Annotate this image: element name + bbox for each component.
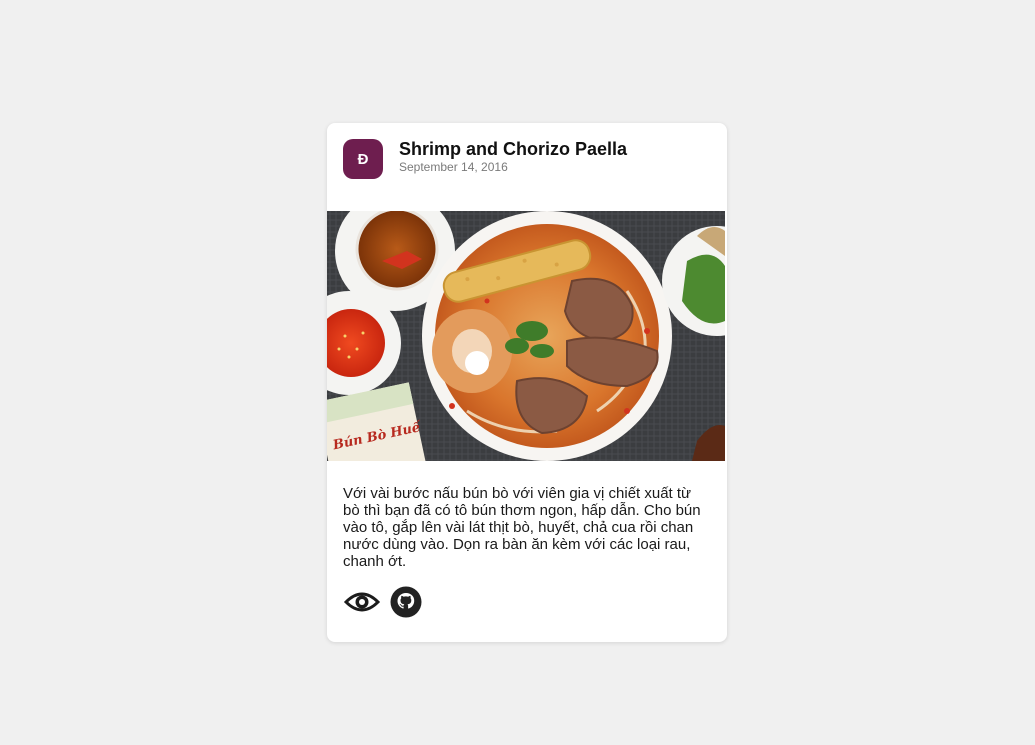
- header-text: Shrimp and Chorizo Paella September 14, …: [399, 138, 627, 174]
- github-button[interactable]: [390, 586, 422, 618]
- card-actions: [343, 585, 422, 619]
- view-button[interactable]: [343, 585, 381, 619]
- card-description: Với vài bước nấu bún bò với viên gia vị …: [343, 485, 701, 570]
- recipe-card: Đ Shrimp and Chorizo Paella September 14…: [327, 123, 727, 642]
- card-title: Shrimp and Chorizo Paella: [399, 139, 628, 159]
- avatar: Đ: [343, 139, 383, 179]
- eye-icon: [344, 592, 380, 612]
- food-image: Bún Bò Huế: [327, 211, 725, 461]
- card-header: Đ Shrimp and Chorizo Paella September 14…: [343, 139, 711, 179]
- card-date: September 14, 2016: [399, 160, 508, 174]
- github-icon: [390, 586, 422, 618]
- noodle-soup-illustration: Bún Bò Huế: [327, 211, 725, 461]
